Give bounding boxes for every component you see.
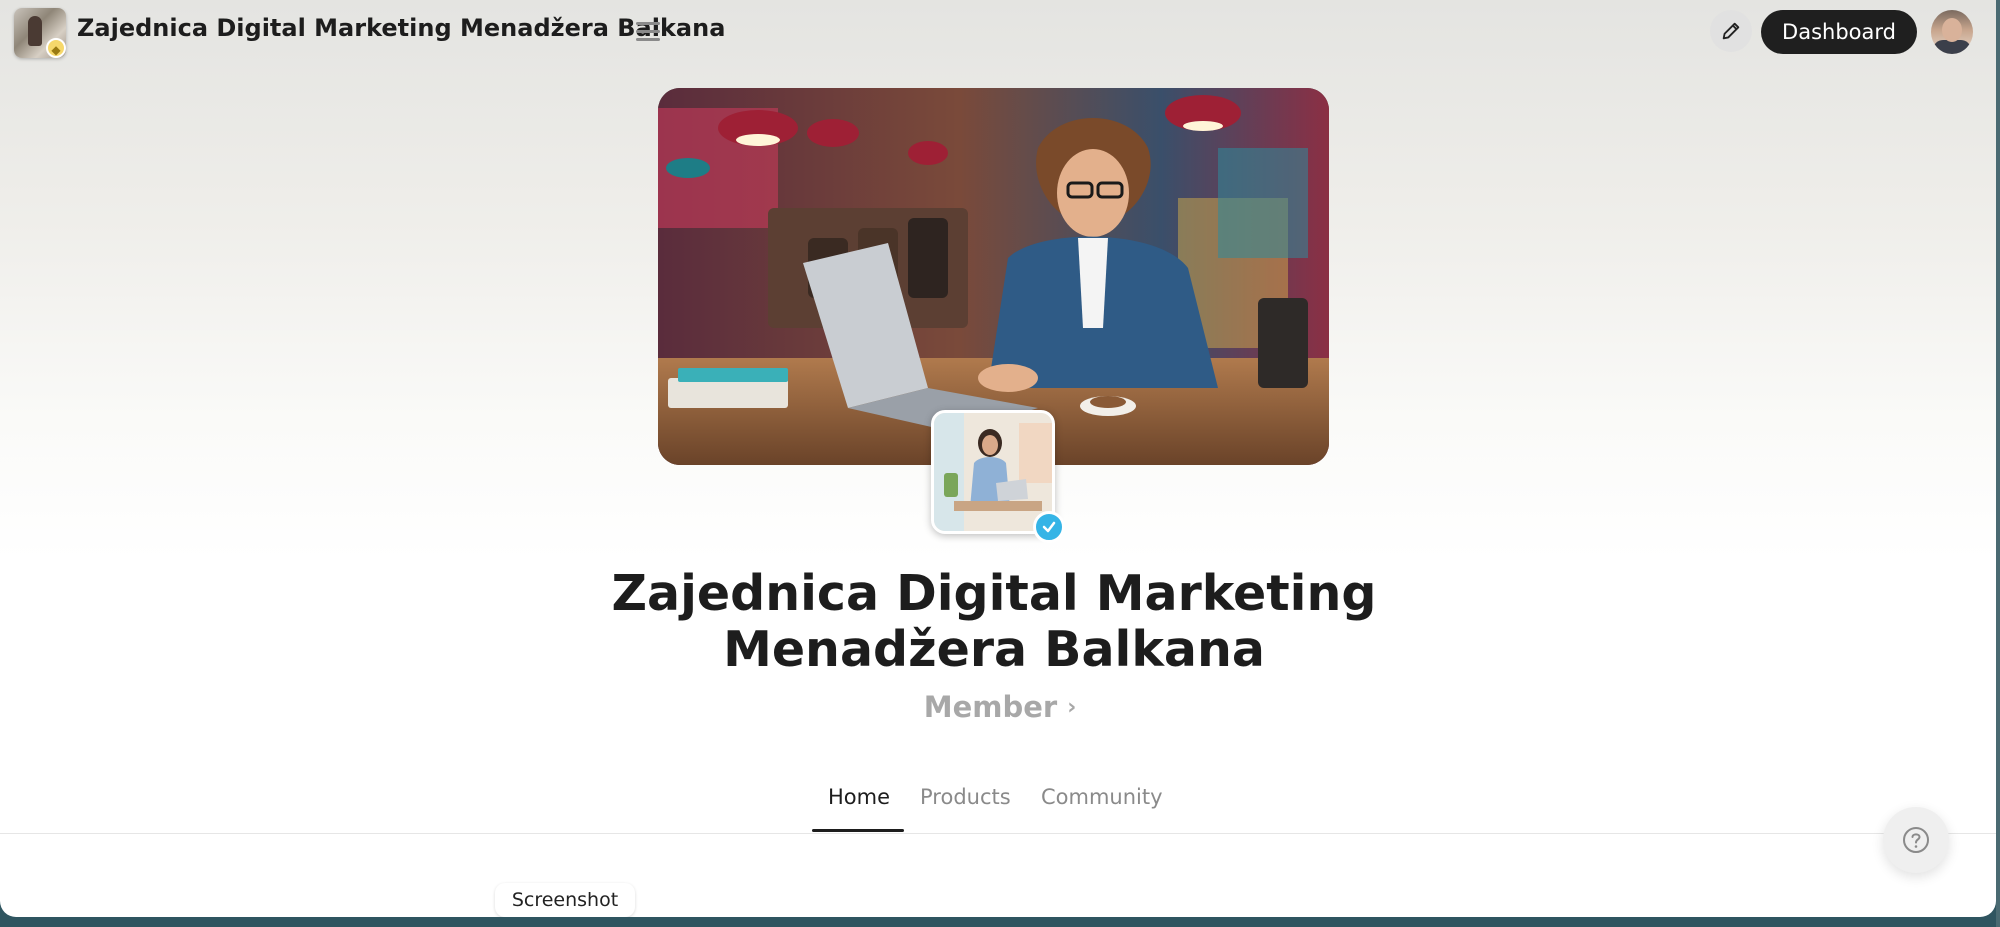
check-icon [1042, 521, 1056, 533]
tab-home[interactable]: Home [828, 785, 890, 809]
edit-button[interactable] [1710, 10, 1752, 52]
logo-figure [28, 16, 42, 46]
active-tab-indicator [812, 829, 904, 832]
pencil-icon [1722, 22, 1740, 40]
gem-icon: ◆ [46, 38, 66, 58]
question-icon [1903, 827, 1929, 853]
tab-bar: Home Products Community [0, 780, 1996, 834]
page: ◆ Zajednica Digital Marketing Menadžera … [0, 0, 1996, 917]
dashboard-button[interactable]: Dashboard [1761, 10, 1917, 54]
community-title: Zajednica Digital Marketing Menadžera Ba… [611, 565, 1377, 678]
chevron-right-icon: › [1067, 695, 1077, 720]
tab-products[interactable]: Products [920, 785, 1011, 809]
user-avatar[interactable] [1931, 10, 1973, 54]
verified-badge [1033, 511, 1065, 543]
membership-label: Member [923, 690, 1058, 724]
screenshot-tooltip: Screenshot [495, 883, 635, 917]
community-logo[interactable]: ◆ [14, 8, 66, 58]
tab-community[interactable]: Community [1041, 785, 1163, 809]
help-button[interactable] [1883, 807, 1949, 873]
window-edge [1996, 0, 2000, 927]
hamburger-icon[interactable] [636, 22, 660, 42]
site-title[interactable]: Zajednica Digital Marketing Menadžera Ba… [77, 14, 725, 42]
membership-status[interactable]: Member › [880, 690, 1120, 724]
cover-image [658, 88, 1329, 465]
top-bar: ◆ Zajednica Digital Marketing Menadžera … [0, 0, 1996, 64]
